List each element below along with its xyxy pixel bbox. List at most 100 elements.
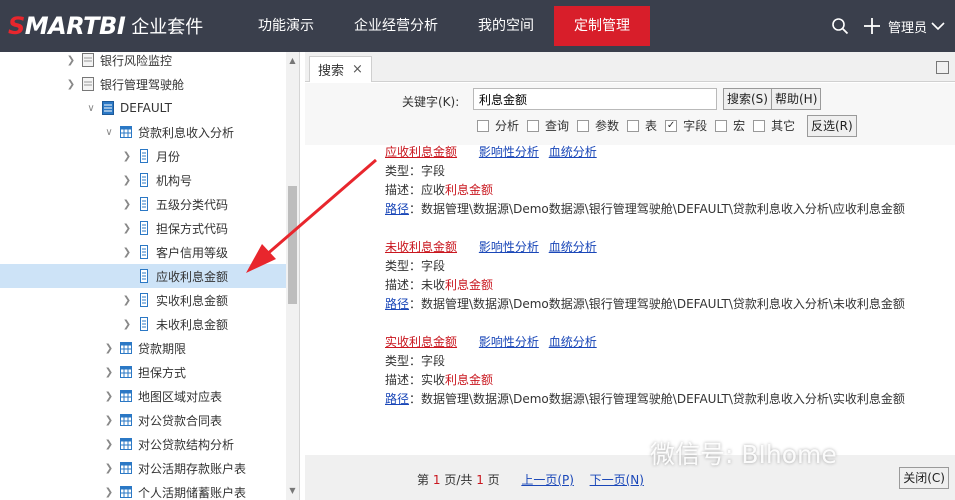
option-other[interactable]: 其它 xyxy=(753,117,795,134)
tree-scrollbar[interactable]: ▲ ▼ xyxy=(286,52,299,500)
option-macro[interactable]: 宏 xyxy=(715,117,745,134)
chevron-right-icon[interactable]: ❯ xyxy=(102,343,116,354)
tree-item[interactable]: ❯ 担保方式 xyxy=(0,360,286,384)
nav-item-business-analysis[interactable]: 企业经营分析 xyxy=(334,0,458,52)
chevron-right-icon[interactable]: ❯ xyxy=(102,463,116,474)
option-table[interactable]: 表 xyxy=(627,117,657,134)
tree-item[interactable]: ❯ 对公贷款合同表 xyxy=(0,408,286,432)
chevron-right-icon[interactable]: ❯ xyxy=(120,319,134,330)
checkbox[interactable] xyxy=(527,119,540,132)
lineage-analysis-link[interactable]: 血统分析 xyxy=(549,145,597,159)
invert-selection-button[interactable]: 反选(R) xyxy=(807,115,857,137)
keyword-input[interactable] xyxy=(473,88,717,110)
tree-item-label: 五级分类代码 xyxy=(156,197,229,212)
option-analysis[interactable]: 分析 xyxy=(477,117,519,134)
prev-page-link[interactable]: 上一页(P) xyxy=(521,473,574,487)
result-description: 描述：应收利息金额 xyxy=(385,183,494,197)
checkbox-checked[interactable]: ✓ xyxy=(665,119,678,132)
logo[interactable]: SMARTBI 企业套件 xyxy=(0,0,238,52)
tree-item[interactable]: ❯ 未收利息金额 xyxy=(0,312,286,336)
option-field[interactable]: ✓ 字段 xyxy=(665,117,707,134)
tab-label: 搜索 xyxy=(318,64,345,79)
nav-item-demo[interactable]: 功能演示 xyxy=(238,0,334,52)
folder-page-icon xyxy=(82,77,94,91)
tree-item[interactable]: ❯ 个人活期储蓄账户表 xyxy=(0,480,286,500)
help-button[interactable]: 帮助(H) xyxy=(771,88,822,110)
chevron-down-icon[interactable]: ∨ xyxy=(84,103,98,114)
tree-item[interactable]: ❯ 银行风险监控 xyxy=(0,52,286,72)
tree-item-selected[interactable]: 应收利息金额 xyxy=(0,264,286,288)
chevron-right-icon[interactable]: ❯ xyxy=(120,151,134,162)
tree-item[interactable]: ❯ 客户信用等级 xyxy=(0,240,286,264)
tree-item[interactable]: ❯ 地图区域对应表 xyxy=(0,384,286,408)
impact-analysis-link[interactable]: 影响性分析 xyxy=(479,240,539,254)
chevron-right-icon[interactable]: ❯ xyxy=(120,223,134,234)
checkbox[interactable] xyxy=(577,119,590,132)
chevron-right-icon[interactable]: ❯ xyxy=(102,367,116,378)
field-icon xyxy=(140,293,148,307)
field-icon xyxy=(140,197,148,211)
tree-item[interactable]: ❯ 五级分类代码 xyxy=(0,192,286,216)
table-icon xyxy=(120,486,132,498)
tree-item[interactable]: ❯ 对公活期存款账户表 xyxy=(0,456,286,480)
impact-analysis-link[interactable]: 影响性分析 xyxy=(479,335,539,349)
chevron-right-icon[interactable]: ❯ xyxy=(64,55,78,66)
lineage-analysis-link[interactable]: 血统分析 xyxy=(549,335,597,349)
tree-item-label: 未收利息金额 xyxy=(156,317,229,332)
chevron-right-icon[interactable]: ❯ xyxy=(120,247,134,258)
chevron-right-icon[interactable]: ❯ xyxy=(102,487,116,498)
chevron-right-icon[interactable]: ❯ xyxy=(102,391,116,402)
scroll-down-icon[interactable]: ▼ xyxy=(286,486,299,498)
checkbox[interactable] xyxy=(627,119,640,132)
chevron-down-icon[interactable]: ∨ xyxy=(102,127,116,138)
path-link[interactable]: 路径 xyxy=(385,297,409,311)
close-button[interactable]: 关闭(C) xyxy=(899,467,949,489)
scrollbar-thumb[interactable] xyxy=(288,186,297,304)
tree-item[interactable]: ❯ 机构号 xyxy=(0,168,286,192)
result-name-link[interactable]: 应收利息金额 xyxy=(385,145,457,159)
search-button[interactable]: 搜索(S) xyxy=(723,88,772,110)
tree-item-label: 对公贷款结构分析 xyxy=(138,437,235,452)
checkbox[interactable] xyxy=(753,119,766,132)
path-link[interactable]: 路径 xyxy=(385,202,409,216)
chevron-right-icon[interactable]: ❯ xyxy=(120,295,134,306)
result-name-link[interactable]: 实收利息金额 xyxy=(385,335,457,349)
result-type: 类型：字段 xyxy=(385,164,446,178)
close-icon[interactable]: × xyxy=(352,62,363,77)
search-icon[interactable] xyxy=(830,16,850,36)
maximize-icon[interactable] xyxy=(936,61,949,74)
next-page-link[interactable]: 下一页(N) xyxy=(590,473,644,487)
table-icon xyxy=(120,438,132,450)
impact-analysis-link[interactable]: 影响性分析 xyxy=(479,145,539,159)
tree-item[interactable]: ❯ 担保方式代码 xyxy=(0,216,286,240)
user-menu[interactable]: 管理员 xyxy=(888,17,927,36)
chevron-down-icon[interactable] xyxy=(931,16,945,36)
tree-item-label: 贷款期限 xyxy=(138,341,187,356)
chevron-down-icon[interactable]: ❯ xyxy=(64,79,78,90)
result-name-link[interactable]: 未收利息金额 xyxy=(385,240,457,254)
scroll-up-icon[interactable]: ▲ xyxy=(286,56,299,68)
tree-item[interactable]: ❯ 对公贷款结构分析 xyxy=(0,432,286,456)
lineage-analysis-link[interactable]: 血统分析 xyxy=(549,240,597,254)
option-query[interactable]: 查询 xyxy=(527,117,569,134)
tree-item[interactable]: ❯ 实收利息金额 xyxy=(0,288,286,312)
chevron-right-icon[interactable]: ❯ xyxy=(102,415,116,426)
plus-icon[interactable] xyxy=(862,16,882,36)
tree-item[interactable]: ❯ 月份 xyxy=(0,144,286,168)
chevron-right-icon[interactable]: ❯ xyxy=(120,175,134,186)
nav-item-custom-management[interactable]: 定制管理 xyxy=(554,6,650,46)
option-parameter[interactable]: 参数 xyxy=(577,117,619,134)
tab-search[interactable]: 搜索 × xyxy=(309,56,372,82)
tree-item[interactable]: ❯ 银行管理驾驶舱 xyxy=(0,72,286,96)
checkbox[interactable] xyxy=(715,119,728,132)
tree-item-label: 对公贷款合同表 xyxy=(138,413,223,428)
tree-item-label: 对公活期存款账户表 xyxy=(138,461,247,476)
tree-item[interactable]: ❯ 贷款期限 xyxy=(0,336,286,360)
chevron-right-icon[interactable]: ❯ xyxy=(120,199,134,210)
checkbox[interactable] xyxy=(477,119,489,132)
tree-item[interactable]: ∨ 贷款利息收入分析 xyxy=(0,120,286,144)
path-link[interactable]: 路径 xyxy=(385,392,409,406)
nav-item-my-space[interactable]: 我的空间 xyxy=(458,0,554,52)
chevron-right-icon[interactable]: ❯ xyxy=(102,439,116,450)
tree-item[interactable]: ∨ DEFAULT xyxy=(0,96,286,120)
